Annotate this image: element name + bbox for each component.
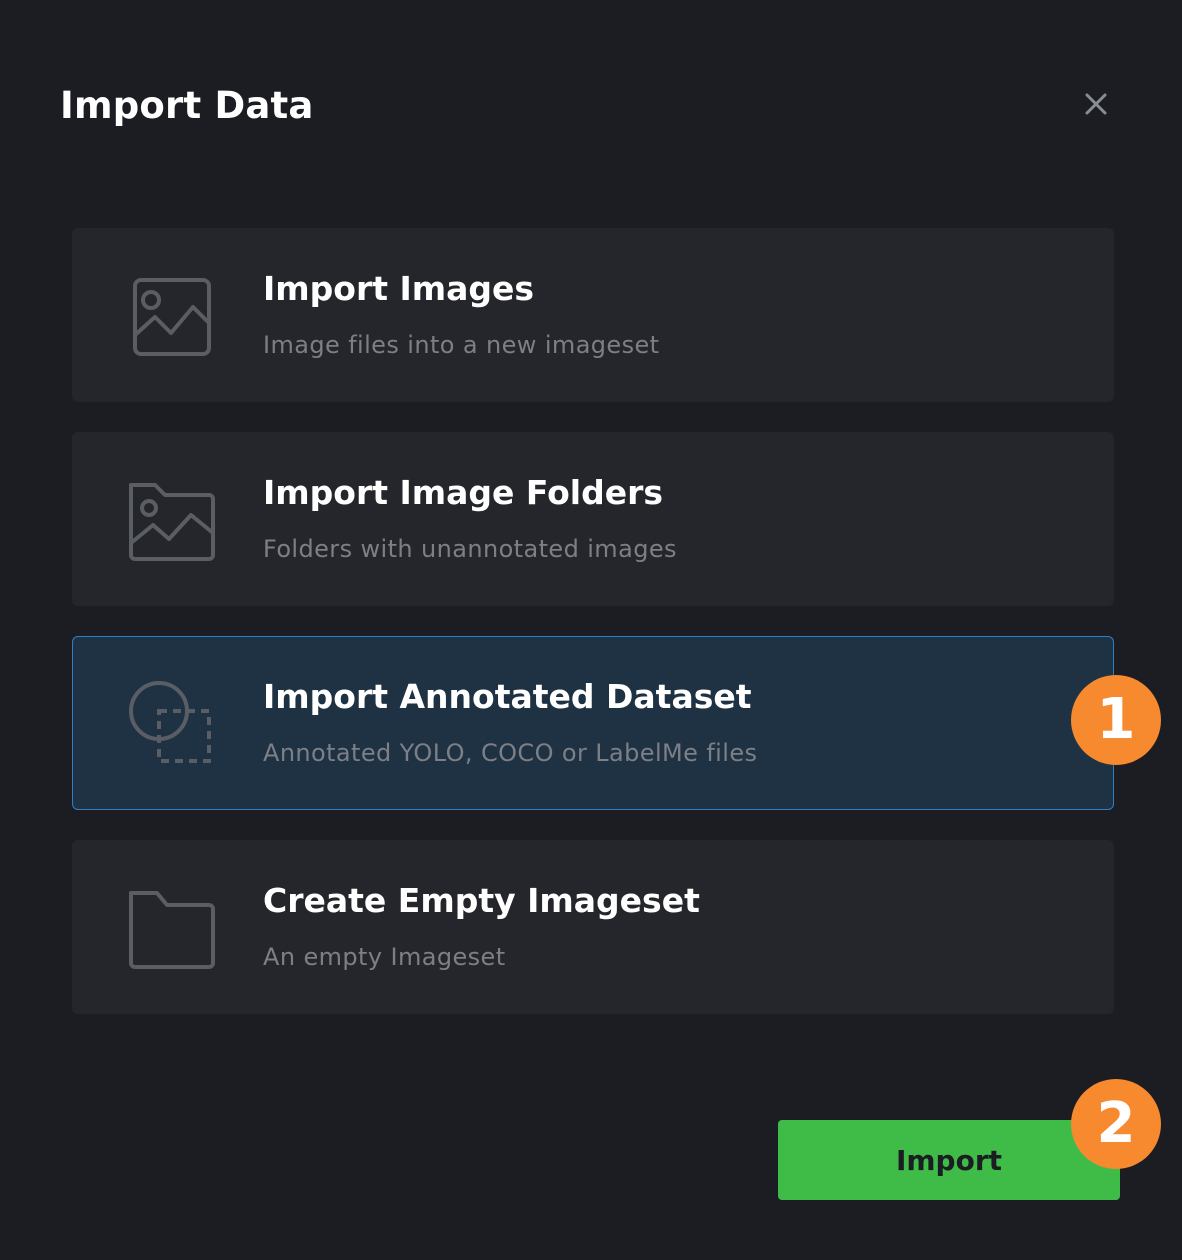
option-import-annotated-dataset[interactable]: Import Annotated Dataset Annotated YOLO,… — [72, 636, 1114, 810]
annotation-shapes-icon — [129, 681, 211, 763]
option-import-images[interactable]: Import Images Image files into a new ima… — [72, 228, 1114, 402]
step-badge-2: 2 — [1071, 1079, 1161, 1169]
image-folder-icon — [129, 483, 215, 561]
option-title: Import Images — [263, 269, 535, 308]
option-title: Import Annotated Dataset — [263, 677, 752, 716]
option-description: Folders with unannotated images — [263, 535, 677, 563]
import-button[interactable]: Import — [778, 1120, 1120, 1200]
option-description: An empty Imageset — [263, 943, 506, 971]
option-create-empty-imageset[interactable]: Create Empty Imageset An empty Imageset — [72, 840, 1114, 1014]
dialog-title: Import Data — [60, 84, 314, 127]
import-options-list: Import Images Image files into a new ima… — [72, 228, 1114, 1044]
folder-icon — [129, 891, 215, 969]
close-icon — [1085, 93, 1107, 115]
option-description: Annotated YOLO, COCO or LabelMe files — [263, 739, 758, 767]
option-title: Create Empty Imageset — [263, 881, 700, 920]
option-title: Import Image Folders — [263, 473, 664, 512]
step-badge-1: 1 — [1071, 675, 1161, 765]
option-import-image-folders[interactable]: Import Image Folders Folders with unanno… — [72, 432, 1114, 606]
close-button[interactable] — [1076, 84, 1116, 124]
option-description: Image files into a new imageset — [263, 331, 660, 359]
image-icon — [133, 278, 211, 356]
